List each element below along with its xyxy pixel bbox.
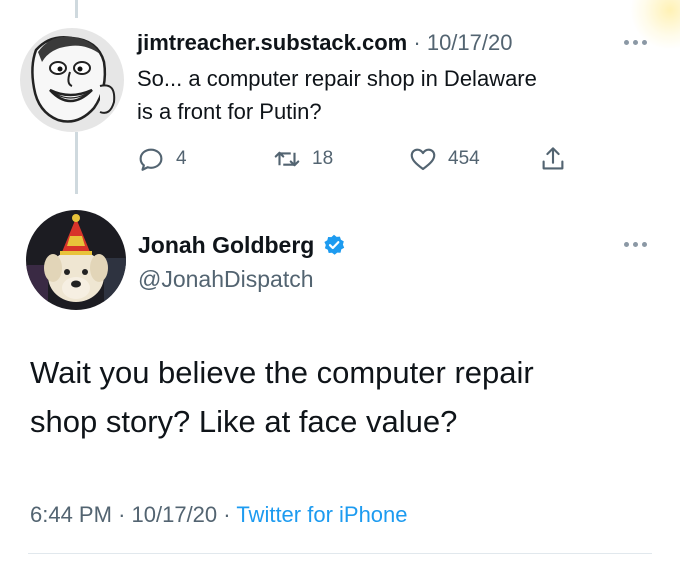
thread-line-top: [75, 0, 78, 18]
retweet-icon: [274, 151, 300, 167]
more-icon[interactable]: [624, 40, 647, 45]
dog-party-hat-avatar-image: [26, 210, 126, 310]
tweet-meta: 6:44 PM · 10/17/20 · Twitter for iPhone: [30, 500, 408, 530]
tweet-text: So... a computer repair shop in Delaware…: [137, 62, 537, 128]
divider: [28, 553, 652, 554]
tweet-time[interactable]: 6:44 PM: [30, 502, 112, 527]
verified-badge-icon: [324, 234, 344, 255]
separator-dot: ·: [223, 502, 231, 527]
cartoon-face-avatar-image: [20, 28, 124, 132]
reply-tweet-header: jimtreacher.substack.com · 10/17/20: [137, 28, 512, 58]
reply-button[interactable]: 4: [136, 144, 187, 174]
tweet-text-line-2: shop story? Like at face value?: [30, 404, 458, 439]
like-icon: [410, 148, 436, 171]
tweet-date[interactable]: 10/17/20: [132, 502, 218, 527]
tweet-date[interactable]: 10/17/20: [427, 30, 513, 55]
thread-line-connector: [75, 132, 78, 194]
main-tweet-author[interactable]: Jonah Goldberg: [138, 230, 346, 260]
share-button[interactable]: [538, 144, 568, 174]
like-count: 454: [448, 148, 480, 169]
more-icon[interactable]: [624, 242, 647, 247]
tweet-text-line-2: is a front for Putin?: [137, 99, 322, 124]
avatar[interactable]: [20, 28, 124, 132]
reply-icon: [139, 148, 163, 171]
separator-dot: ·: [413, 30, 421, 55]
like-button[interactable]: 454: [408, 144, 480, 174]
separator-dot: ·: [118, 502, 126, 527]
retweet-count: 18: [312, 148, 334, 169]
tweet-text-line-1: Wait you believe the computer repair: [30, 355, 534, 390]
display-name: Jonah Goldberg: [138, 232, 315, 258]
tweet-text-line-1: So... a computer repair shop in Delaware: [137, 66, 537, 91]
avatar[interactable]: [26, 210, 126, 310]
retweet-button[interactable]: 18: [272, 144, 333, 174]
source-link[interactable]: Twitter for iPhone: [236, 502, 407, 527]
reply-count: 4: [176, 148, 187, 169]
handle[interactable]: @JonahDispatch: [138, 264, 314, 294]
tweet-text: Wait you believe the computer repair sho…: [30, 348, 534, 446]
share-icon: [542, 147, 564, 170]
display-name[interactable]: jimtreacher.substack.com: [137, 30, 407, 55]
